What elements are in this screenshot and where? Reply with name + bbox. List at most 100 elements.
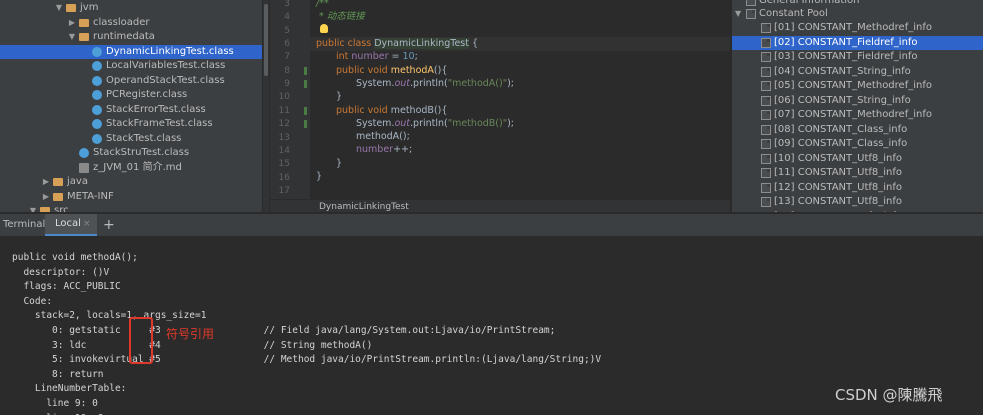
add-tab-icon[interactable]: +: [103, 214, 115, 236]
pool-item[interactable]: [10] CONSTANT_Utf8_info: [732, 152, 983, 166]
pool-item[interactable]: [02] CONSTANT_Fieldref_info: [732, 35, 983, 50]
pool-item[interactable]: [04] CONSTANT_String_info: [732, 65, 983, 79]
tree-item[interactable]: LocalVariablesTest.class: [0, 59, 262, 73]
pool-item[interactable]: [07] CONSTANT_Methodref_info: [732, 108, 983, 122]
folder-icon: [66, 4, 76, 12]
tree-item[interactable]: StackErrorTest.class: [0, 103, 262, 117]
terminal-line: line 9: 0: [12, 398, 98, 409]
folder-icon: [40, 207, 50, 212]
pool-item-label: [01] CONSTANT_Methodref_info: [774, 22, 932, 33]
chevron-down-icon[interactable]: ▼: [28, 204, 38, 212]
file-icon: [761, 168, 771, 178]
editor-breadcrumb[interactable]: DynamicLinkingTest: [270, 199, 730, 212]
tree-item[interactable]: PCRegister.class: [0, 88, 262, 102]
code-editor[interactable]: 3 4 5 6 7 8 9 10 11 12 13 14 15 16 17 /** * 动态链接 publi…: [270, 0, 730, 212]
tree-item[interactable]: ▼ jvm: [0, 1, 262, 15]
tab-local[interactable]: Local ×: [45, 214, 97, 236]
pool-item[interactable]: [06] CONSTANT_String_info: [732, 94, 983, 108]
pool-item[interactable]: [12] CONSTANT_Utf8_info: [732, 181, 983, 195]
terminal-line: stack=2, locals=1, args_size=1: [12, 310, 207, 322]
editor-breadcrumb-label: DynamicLinkingTest: [319, 202, 409, 212]
tree-item-label: StackTest.class: [106, 132, 182, 144]
pool-item[interactable]: [14] CONSTANT_Utf8_info: [732, 210, 983, 212]
class-file-icon: [92, 104, 102, 115]
terminal-line: line 10: 8: [12, 412, 103, 415]
terminal-toolbar: Terminal: Local × +: [0, 213, 983, 236]
pool-item[interactable]: [03] CONSTANT_Fieldref_info: [732, 50, 983, 64]
tree-item[interactable]: StackFrameTest.class: [0, 117, 262, 131]
class-file-icon: [92, 75, 102, 86]
tree-item-label: java: [67, 176, 88, 187]
tree-item[interactable]: StackStruTest.class: [0, 146, 262, 160]
code-token: (){: [433, 65, 448, 76]
terminal-line: flags: ACC_PUBLIC: [12, 281, 121, 293]
pool-item-label: [08] CONSTANT_Class_info: [774, 123, 908, 135]
lightbulb-icon[interactable]: [320, 24, 328, 33]
pool-item[interactable]: [11] CONSTANT_Utf8_info: [732, 166, 983, 180]
code-line-13: methodA();: [356, 131, 410, 142]
terminal-line: public void methodA();: [12, 252, 138, 263]
pool-item[interactable]: [09] CONSTANT_Class_info: [732, 137, 983, 151]
tree-item-label: StackErrorTest.class: [106, 103, 206, 115]
tree-item[interactable]: StackTest.class: [0, 132, 262, 146]
class-file-icon: [92, 90, 102, 100]
tab-local-label: Local: [55, 218, 81, 229]
file-icon: [761, 52, 771, 62]
line-number: 7: [284, 52, 290, 63]
tree-item-label: classloader: [93, 16, 150, 28]
class-file-icon: [92, 119, 102, 129]
code-token: 10: [402, 51, 415, 62]
code-token: methodB: [390, 105, 434, 116]
tree-scrollbar-thumb[interactable]: [264, 4, 268, 76]
pool-item[interactable]: [08] CONSTANT_Class_info: [732, 123, 983, 137]
code-token: methodA: [390, 65, 434, 76]
constant-pool-panel: General Information ▼ Constant Pool [01] CO…: [731, 0, 983, 212]
line-number: 13: [278, 132, 290, 143]
tree-item[interactable]: DynamicLinkingTest.class: [0, 44, 262, 59]
code-token: public void: [336, 65, 391, 76]
pool-constant-pool-root[interactable]: ▼ Constant Pool: [732, 7, 983, 21]
code-token: System.: [356, 118, 395, 129]
code-line-10: }: [336, 91, 343, 102]
terminal-output[interactable]: public void methodA(); descriptor: ()V f…: [0, 236, 983, 415]
line-number: 9: [284, 79, 290, 90]
tree-item-label: OperandStackTest.class: [106, 74, 225, 86]
close-icon[interactable]: ×: [83, 214, 91, 234]
chevron-down-icon[interactable]: ▼: [735, 7, 741, 21]
chevron-right-icon[interactable]: ▶: [41, 175, 51, 189]
code-token: "methodA()": [447, 78, 508, 89]
tree-item[interactable]: ▶ java: [0, 175, 262, 189]
symbolic-reference-annotation: 符号引用: [166, 327, 215, 341]
line-number: 6: [284, 39, 290, 50]
tree-item[interactable]: z_JVM_01 简介.md: [0, 161, 262, 175]
tree-item[interactable]: ▼ runtimedata: [0, 30, 262, 44]
pool-item[interactable]: [01] CONSTANT_Methodref_info: [732, 21, 983, 35]
chevron-right-icon[interactable]: ▶: [41, 190, 51, 204]
tree-item-label: StackFrameTest.class: [106, 118, 213, 129]
tree-item-label: LocalVariablesTest.class: [106, 60, 226, 71]
pool-item-label: [11] CONSTANT_Utf8_info: [774, 167, 903, 178]
class-file-icon: [92, 133, 102, 144]
pool-item-label: [06] CONSTANT_String_info: [774, 94, 911, 106]
line-number: 10: [278, 92, 290, 103]
chevron-down-icon[interactable]: ▼: [54, 1, 64, 15]
tree-item[interactable]: OperandStackTest.class: [0, 74, 262, 88]
tree-item[interactable]: ▶ classloader: [0, 16, 262, 30]
code-token: =: [388, 51, 403, 62]
code-token: (){: [433, 105, 448, 116]
chevron-down-icon[interactable]: ▼: [67, 30, 77, 44]
pool-item[interactable]: [13] CONSTANT_Utf8_info: [732, 195, 983, 209]
tree-item[interactable]: ▶ META-INF: [0, 190, 262, 204]
tree-item[interactable]: ▼ src: [0, 204, 262, 212]
change-marker: [304, 107, 307, 115]
pool-item-label: [12] CONSTANT_Utf8_info: [774, 181, 903, 193]
chevron-right-icon[interactable]: ▶: [67, 16, 77, 30]
class-name-token: DynamicLinkingTest: [374, 38, 469, 49]
code-token: );: [507, 78, 514, 89]
pool-item-label: [09] CONSTANT_Class_info: [774, 138, 908, 149]
file-icon: [761, 153, 771, 164]
file-icon: [761, 95, 771, 106]
line-number: 17: [278, 185, 290, 196]
code-line-16: }: [316, 171, 323, 182]
pool-item[interactable]: [05] CONSTANT_Methodref_info: [732, 79, 983, 93]
